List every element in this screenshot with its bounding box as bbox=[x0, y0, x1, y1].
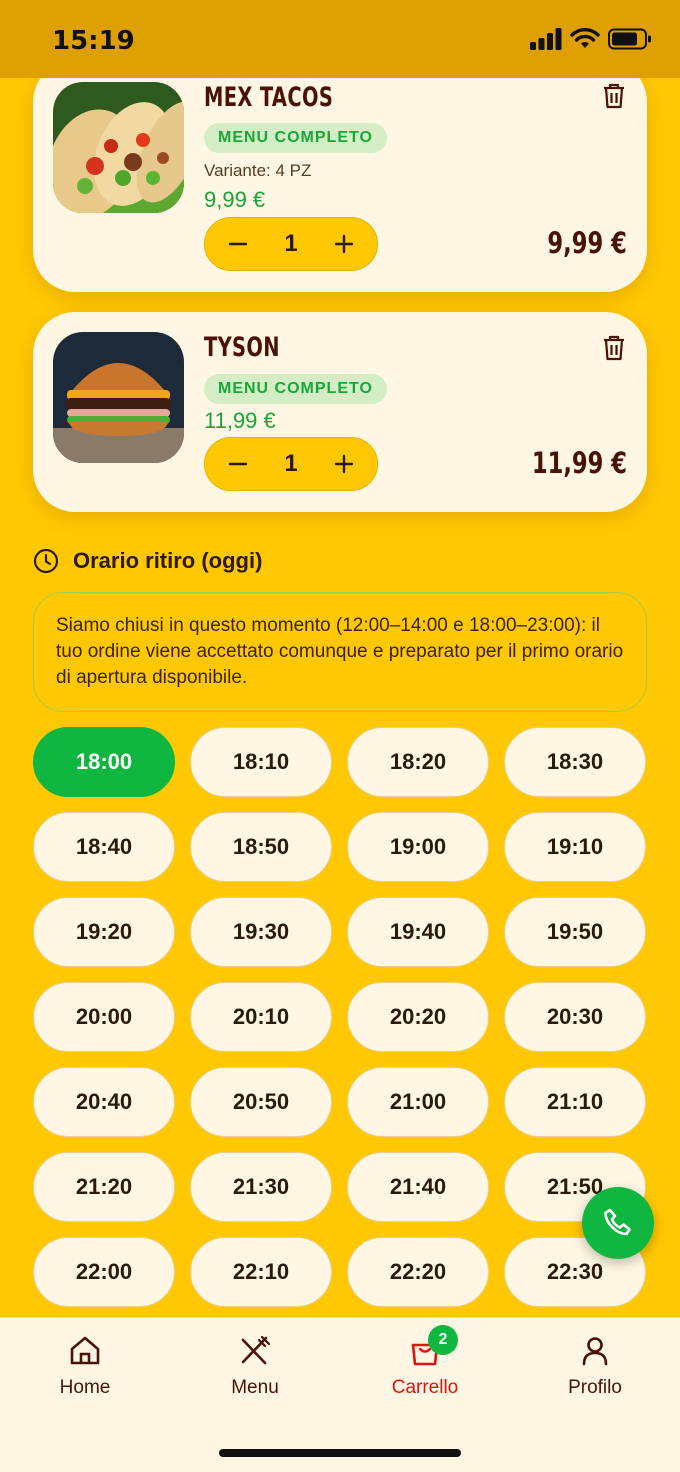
time-slot-button[interactable]: 20:40 bbox=[33, 1067, 175, 1137]
tacos-photo bbox=[53, 82, 184, 213]
wifi-icon bbox=[570, 28, 600, 48]
nav-label: Profilo bbox=[568, 1377, 622, 1398]
item-title: TYSON bbox=[204, 332, 280, 363]
time-slot-button[interactable]: 18:30 bbox=[504, 727, 646, 797]
status-time: 15:19 bbox=[52, 26, 135, 56]
nav-profile[interactable]: Profilo bbox=[535, 1334, 655, 1399]
time-slot-button[interactable]: 21:20 bbox=[33, 1152, 175, 1222]
plus-icon bbox=[334, 234, 354, 254]
closed-notice: Siamo chiusi in questo momento (12:00–14… bbox=[33, 592, 647, 712]
trash-icon[interactable] bbox=[601, 82, 627, 110]
time-slot-button[interactable]: 18:10 bbox=[190, 727, 332, 797]
time-slot-button[interactable]: 20:50 bbox=[190, 1067, 332, 1137]
quantity-stepper: 1 bbox=[204, 437, 378, 491]
menu-badge: MENU COMPLETO bbox=[204, 374, 387, 404]
pickup-header: Orario ritiro (oggi) bbox=[33, 548, 262, 574]
increase-button[interactable] bbox=[329, 449, 359, 479]
time-slot-button[interactable]: 18:00 bbox=[33, 727, 175, 797]
phone-icon bbox=[604, 1208, 631, 1236]
time-slot-button[interactable]: 21:30 bbox=[190, 1152, 332, 1222]
user-icon bbox=[582, 1337, 608, 1366]
quantity-stepper: 1 bbox=[204, 217, 378, 271]
status-bar: 15:19 bbox=[0, 0, 680, 78]
time-slot-button[interactable]: 20:00 bbox=[33, 982, 175, 1052]
time-slot-button[interactable]: 19:10 bbox=[504, 812, 646, 882]
line-total: 11,99 € bbox=[531, 446, 627, 480]
battery-icon bbox=[608, 28, 651, 50]
nav-cart[interactable]: 2 Carrello bbox=[365, 1325, 485, 1399]
time-slot-button[interactable]: 19:40 bbox=[347, 897, 489, 967]
time-slot-button[interactable]: 22:10 bbox=[190, 1237, 332, 1307]
decrease-button[interactable] bbox=[223, 229, 253, 259]
time-slot-button[interactable]: 18:50 bbox=[190, 812, 332, 882]
line-total: 9,99 € bbox=[547, 226, 627, 260]
time-slot-button[interactable]: 22:00 bbox=[33, 1237, 175, 1307]
nav-home[interactable]: Home bbox=[25, 1334, 145, 1399]
burger-photo bbox=[53, 332, 184, 463]
status-icons bbox=[530, 28, 652, 50]
time-slot-button[interactable]: 21:10 bbox=[504, 1067, 646, 1137]
time-slot-button[interactable]: 20:30 bbox=[504, 982, 646, 1052]
pickup-title: Orario ritiro (oggi) bbox=[73, 548, 263, 573]
menu-badge: MENU COMPLETO bbox=[204, 123, 387, 153]
trash-icon[interactable] bbox=[601, 334, 627, 362]
unit-price: 9,99 € bbox=[204, 187, 266, 212]
cart-item-card: MEX TACOS MENU COMPLETO Variante: 4 PZ 9… bbox=[33, 60, 647, 292]
nav-label: Carrello bbox=[391, 1377, 459, 1398]
item-variant: Variante: 4 PZ bbox=[204, 161, 312, 180]
increase-button[interactable] bbox=[329, 229, 359, 259]
signal-icon bbox=[530, 28, 562, 50]
decrease-button[interactable] bbox=[223, 449, 253, 479]
plus-icon bbox=[334, 454, 354, 474]
cart-item-card: TYSON MENU COMPLETO 11,99 € 1 11,99 € bbox=[33, 312, 647, 512]
time-slot-button[interactable]: 18:20 bbox=[347, 727, 489, 797]
time-slot-button[interactable]: 21:40 bbox=[347, 1152, 489, 1222]
quantity-value: 1 bbox=[284, 450, 298, 477]
time-slot-button[interactable]: 19:50 bbox=[504, 897, 646, 967]
time-slot-grid: 18:00 18:10 18:20 18:30 18:40 18:50 19:00 19:10… bbox=[33, 727, 647, 1307]
time-slot-button[interactable]: 20:10 bbox=[190, 982, 332, 1052]
home-icon bbox=[70, 1336, 100, 1365]
time-slot-button[interactable]: 22:20 bbox=[347, 1237, 489, 1307]
minus-icon bbox=[228, 242, 248, 246]
time-slot-button[interactable]: 21:00 bbox=[347, 1067, 489, 1137]
nav-label: Home bbox=[59, 1377, 111, 1398]
time-slot-button[interactable]: 19:00 bbox=[347, 812, 489, 882]
cart-icon-wrap: 2 bbox=[408, 1325, 458, 1368]
cutlery-icon bbox=[241, 1335, 271, 1365]
time-slot-button[interactable]: 20:20 bbox=[347, 982, 489, 1052]
nav-label: Menu bbox=[231, 1377, 279, 1398]
time-slot-button[interactable]: 19:20 bbox=[33, 897, 175, 967]
time-slot-button[interactable]: 19:30 bbox=[190, 897, 332, 967]
clock-icon bbox=[33, 548, 59, 574]
unit-price: 11,99 € bbox=[204, 408, 276, 433]
minus-icon bbox=[228, 462, 248, 466]
cart-count-badge: 2 bbox=[428, 1325, 458, 1355]
quantity-value: 1 bbox=[284, 230, 298, 257]
item-title: MEX TACOS bbox=[204, 82, 334, 113]
call-button[interactable] bbox=[582, 1187, 654, 1259]
home-indicator bbox=[219, 1449, 461, 1457]
nav-menu[interactable]: Menu bbox=[195, 1334, 315, 1399]
time-slot-button[interactable]: 18:40 bbox=[33, 812, 175, 882]
